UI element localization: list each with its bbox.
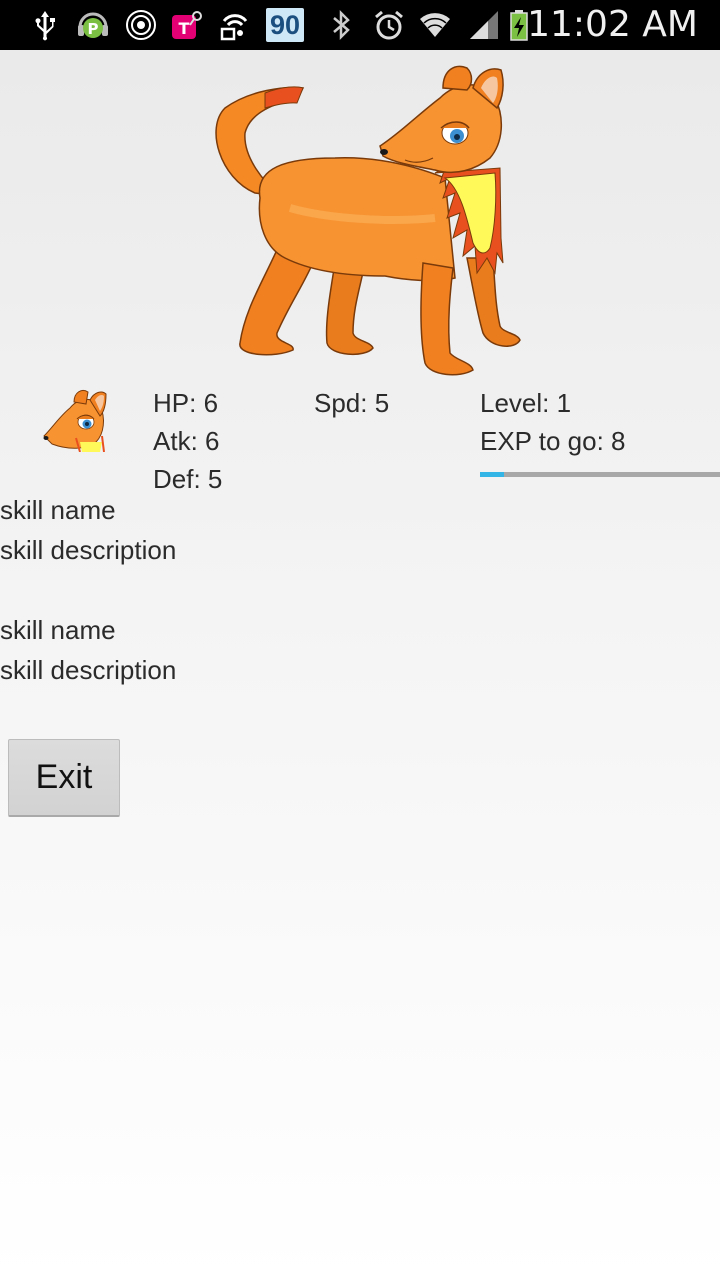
svg-text:T: T (179, 19, 190, 38)
stat-exp-to-go: EXP to go: 8 (480, 426, 626, 456)
alarm-icon (375, 10, 403, 40)
status-time: 11:02 AM (527, 4, 698, 45)
stat-spd: Spd: 5 (314, 388, 390, 418)
exit-button[interactable]: Exit (8, 739, 120, 817)
nfc-icon (126, 10, 156, 40)
skill-description-2: skill description (0, 655, 177, 685)
stat-def: Def: 5 (153, 464, 223, 494)
skill-description-1: skill description (0, 535, 177, 565)
skill-name-1: skill name (0, 495, 116, 525)
bluetooth-icon (333, 9, 350, 41)
svg-text:P: P (88, 20, 99, 38)
badge-90-icon: 90 (266, 8, 304, 42)
usb-icon (35, 11, 55, 41)
stat-hp: HP: 6 (153, 388, 219, 418)
signal-icon (470, 11, 498, 39)
exp-progress-bar (480, 472, 720, 477)
hotspot-icon (220, 14, 248, 41)
stat-atk: Atk: 6 (153, 426, 220, 456)
stat-level: Level: 1 (480, 388, 572, 418)
creature-thumbnail (43, 389, 107, 452)
headphones-app-icon: P (78, 12, 108, 38)
creature-image (215, 65, 521, 376)
wifi-icon (420, 13, 450, 37)
status-bar: P T 90 11:02 AM (0, 0, 720, 50)
skill-name-2: skill name (0, 615, 116, 645)
exp-progress-fill (480, 472, 504, 477)
tmobile-icon: T (172, 11, 202, 39)
